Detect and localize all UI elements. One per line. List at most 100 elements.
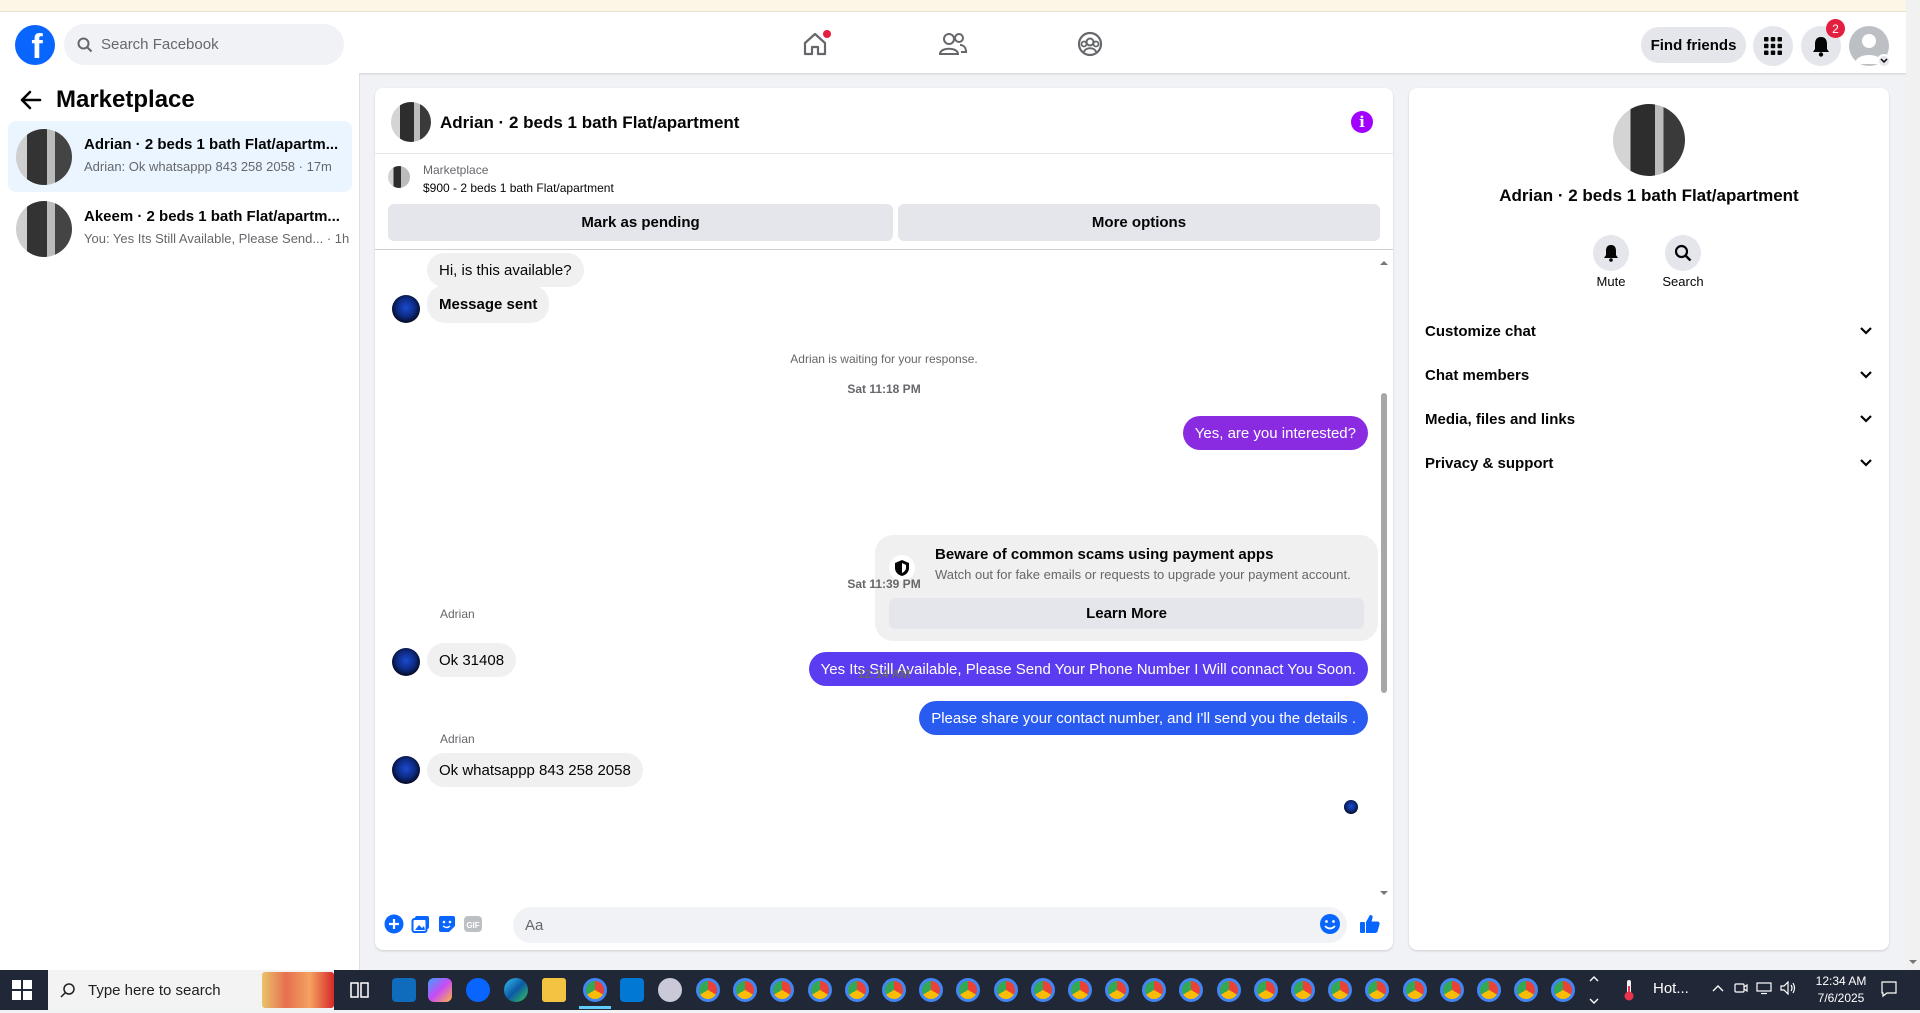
- show-hidden-icons-chevron-icon[interactable]: [1712, 982, 1724, 1000]
- message-input-placeholder: Aa: [525, 916, 544, 934]
- privacy-support-section[interactable]: Privacy & support: [1425, 445, 1873, 481]
- account-chevron-icon[interactable]: [1877, 54, 1891, 68]
- customize-chat-section[interactable]: Customize chat: [1425, 313, 1873, 349]
- chat-listing-thumbnail[interactable]: [391, 102, 431, 142]
- copilot-icon[interactable]: [428, 978, 452, 1002]
- plus-circle-icon[interactable]: [383, 913, 405, 935]
- emoji-icon[interactable]: [1319, 913, 1341, 935]
- gif-icon[interactable]: GIF: [462, 913, 484, 935]
- app-icon[interactable]: [658, 978, 682, 1002]
- chrome-window-icon[interactable]: [993, 978, 1018, 1002]
- conversation-item-akeem[interactable]: Akeem · 2 beds 1 bath Flat/apartm... You…: [8, 193, 352, 264]
- chrome-window-icon[interactable]: [696, 978, 720, 1002]
- chat-members-section[interactable]: Chat members: [1425, 357, 1873, 393]
- network-icon[interactable]: [1756, 981, 1772, 1000]
- chrome-window-icon[interactable]: [1291, 978, 1315, 1002]
- chrome-window-icon[interactable]: [807, 978, 832, 1002]
- chrome-window-icon[interactable]: [1439, 978, 1464, 1002]
- media-files-links-section[interactable]: Media, files and links: [1425, 401, 1873, 437]
- message-input[interactable]: Aa: [513, 907, 1347, 943]
- find-friends-button[interactable]: Find friends: [1641, 27, 1746, 63]
- message-composer: GIF Aa: [375, 900, 1393, 950]
- task-view-icon[interactable]: [350, 980, 370, 1005]
- search-icon: [77, 37, 93, 52]
- learn-more-button[interactable]: Learn More: [889, 598, 1364, 629]
- back-arrow-icon[interactable]: [20, 90, 42, 115]
- thermometer-weather-icon[interactable]: [1622, 978, 1636, 1002]
- chrome-icon[interactable]: [583, 978, 607, 1002]
- chrome-window-icon[interactable]: [881, 978, 906, 1002]
- chrome-window-icon[interactable]: [844, 978, 869, 1002]
- adrian-avatar[interactable]: [392, 648, 420, 676]
- chrome-window-icon[interactable]: [1365, 978, 1390, 1002]
- page-scrollbar[interactable]: [1906, 0, 1920, 970]
- friends-icon[interactable]: [937, 28, 969, 60]
- sender-name: Adrian: [440, 607, 475, 621]
- scrollbar-thumb[interactable]: [1381, 393, 1387, 693]
- sender-name: Adrian: [440, 732, 475, 746]
- scroll-down-arrow-icon[interactable]: [1379, 889, 1389, 897]
- chrome-window-icon[interactable]: [1514, 978, 1539, 1002]
- facebook-app-icon[interactable]: [466, 978, 490, 1002]
- adrian-avatar[interactable]: [392, 295, 420, 323]
- listing-thumbnail-small[interactable]: [388, 166, 410, 188]
- thumbs-up-icon[interactable]: [1359, 913, 1381, 935]
- chrome-window-icon[interactable]: [1216, 978, 1241, 1002]
- search-placeholder: Search Facebook: [101, 36, 219, 53]
- section-label: Chat members: [1425, 366, 1530, 384]
- chat-title[interactable]: Adrian · 2 beds 1 bath Flat/apartment: [440, 113, 739, 133]
- search-facebook-input[interactable]: Search Facebook: [64, 24, 344, 65]
- chrome-window-icon[interactable]: [919, 978, 944, 1002]
- conversation-item-adrian[interactable]: Adrian · 2 beds 1 bath Flat/apartm... Ad…: [8, 121, 352, 192]
- chrome-window-icon[interactable]: [1142, 978, 1167, 1002]
- outgoing-message: Yes, are you interested?: [1182, 416, 1368, 450]
- notification-center-icon[interactable]: [1880, 980, 1898, 1003]
- notification-count-badge: 2: [1826, 19, 1845, 38]
- scroll-up-arrow-icon[interactable]: [1379, 259, 1389, 267]
- incoming-message: Ok 31408: [427, 643, 517, 677]
- listing-price[interactable]: $900 - 2 beds 1 bath Flat/apartment: [423, 181, 614, 195]
- taskbar-search-icon: [60, 983, 75, 998]
- info-icon[interactable]: i: [1351, 111, 1373, 133]
- chrome-window-icon[interactable]: [1253, 978, 1278, 1002]
- outlook-icon[interactable]: [392, 978, 416, 1002]
- search-in-chat-icon[interactable]: [1665, 235, 1701, 271]
- chrome-window-icon[interactable]: [1030, 978, 1055, 1002]
- page-scroll-down-icon[interactable]: [1908, 958, 1918, 966]
- chrome-window-icon[interactable]: [1328, 978, 1353, 1002]
- details-listing-thumbnail[interactable]: [1613, 104, 1685, 176]
- volume-icon[interactable]: [1780, 980, 1796, 1000]
- chrome-window-icon[interactable]: [770, 978, 795, 1002]
- chrome-window-icon[interactable]: [1476, 978, 1501, 1002]
- timestamp: Sat 11:18 PM: [847, 382, 921, 396]
- photo-icon[interactable]: [410, 913, 432, 935]
- taskbar-overflow-arrows[interactable]: [1588, 972, 1600, 1008]
- sticker-icon[interactable]: [436, 913, 458, 935]
- weather-text[interactable]: Hot...: [1653, 980, 1689, 997]
- chrome-window-icon[interactable]: [1067, 978, 1092, 1002]
- microsoft-store-icon[interactable]: [620, 978, 644, 1002]
- groups-icon[interactable]: [1074, 28, 1106, 60]
- mute-bell-icon[interactable]: [1593, 235, 1629, 271]
- chrome-window-icon[interactable]: [1551, 978, 1576, 1002]
- message-scrollbar[interactable]: [1379, 261, 1388, 895]
- facebook-logo-icon[interactable]: f: [15, 25, 55, 65]
- chrome-window-icon[interactable]: [1179, 978, 1204, 1002]
- chevron-down-icon: [1860, 327, 1872, 335]
- svg-text:GIF: GIF: [466, 921, 479, 930]
- windows-start-icon[interactable]: [12, 980, 32, 1005]
- mark-as-pending-button[interactable]: Mark as pending: [388, 204, 893, 241]
- conversation-preview: Adrian: Ok whatsappp 843 258 2058 · 17m: [84, 159, 332, 174]
- menu-grid-icon[interactable]: [1753, 26, 1793, 66]
- clock-time[interactable]: 12:34 AM: [1806, 974, 1876, 988]
- chrome-window-icon[interactable]: [733, 978, 758, 1002]
- chrome-window-icon[interactable]: [1105, 978, 1130, 1002]
- file-explorer-icon[interactable]: [542, 978, 566, 1002]
- more-options-button[interactable]: More options: [898, 204, 1380, 241]
- chrome-window-icon[interactable]: [1402, 978, 1427, 1002]
- meet-now-icon[interactable]: [1734, 981, 1748, 1000]
- chrome-window-icon[interactable]: [956, 978, 981, 1002]
- clock-date[interactable]: 7/6/2025: [1806, 991, 1876, 1005]
- edge-icon[interactable]: [504, 978, 528, 1002]
- adrian-avatar[interactable]: [392, 756, 420, 784]
